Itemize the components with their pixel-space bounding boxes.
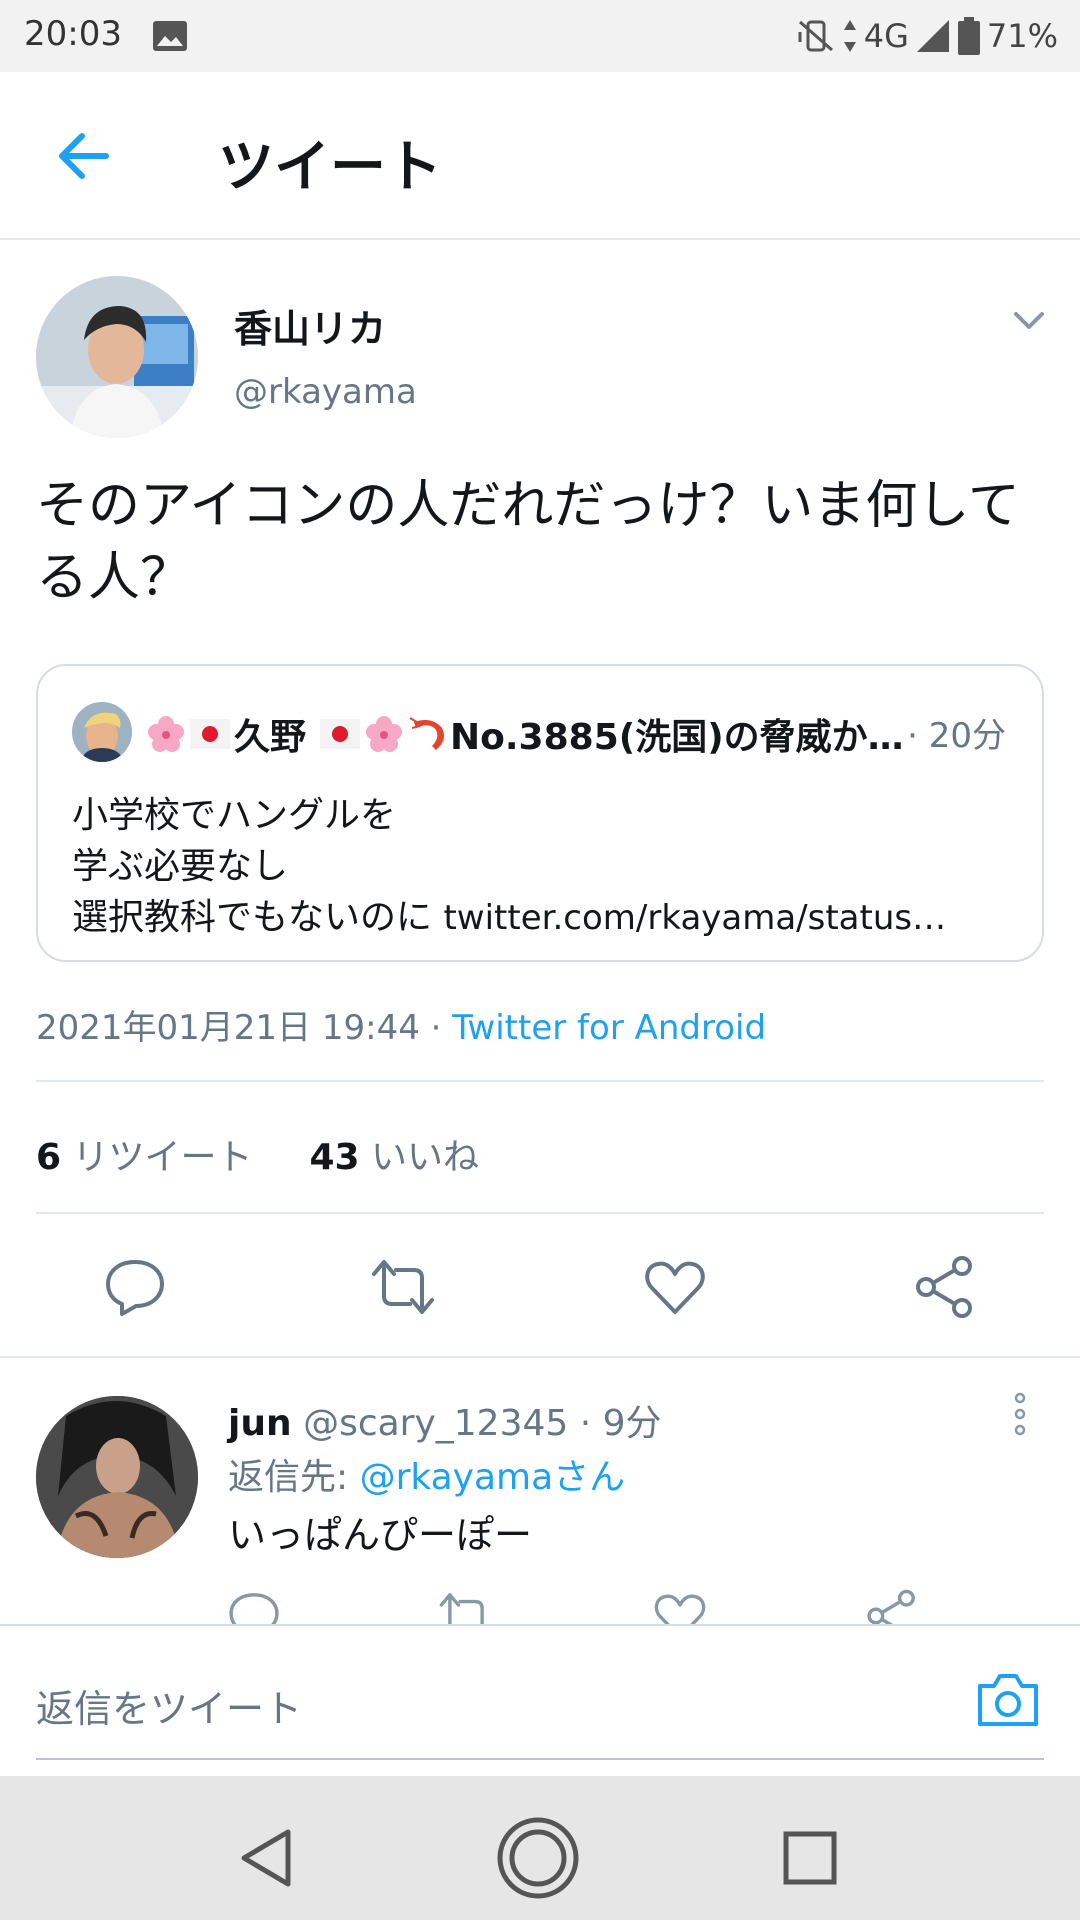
quote-tweet-card[interactable]: 久野 No.3885(洗国)の脅威か… · 20分 小学校でハングルを 学ぶ必要…	[36, 664, 1044, 962]
divider	[36, 1080, 1044, 1082]
page-title: ツイート	[218, 135, 442, 200]
like-count: 43	[309, 1137, 360, 1178]
image-notification-icon	[153, 21, 187, 51]
quote-line: 学ぶ必要なし	[72, 846, 289, 887]
home-circle-icon[interactable]	[496, 1816, 580, 1900]
author-avatar-image	[36, 276, 198, 438]
reply-avatar-image	[36, 1396, 198, 1558]
like-label: いいね	[371, 1137, 480, 1178]
more-vertical-icon[interactable]	[1008, 1390, 1032, 1438]
retweet-count-group[interactable]: 6 リツイート	[36, 1137, 253, 1178]
reply-icon[interactable]	[226, 1588, 282, 1624]
cherry-blossom-icon	[148, 716, 184, 752]
battery-icon	[957, 17, 980, 55]
retweet-count: 6	[36, 1137, 62, 1178]
quote-line: 選択教科でもないのに	[72, 897, 433, 938]
reply-author-handle[interactable]: @scary_12345	[303, 1403, 568, 1444]
section-separator	[0, 1356, 1080, 1358]
retweet-icon[interactable]	[438, 1588, 494, 1624]
app-bar: ツイート	[0, 72, 1080, 240]
quote-name-text: 久野	[234, 717, 307, 758]
author-name[interactable]: 香山リカ	[234, 298, 386, 353]
like-count-group[interactable]: 43 いいね	[309, 1137, 479, 1178]
quote-time: · 20分	[907, 716, 1006, 756]
reply-author-avatar[interactable]	[36, 1396, 198, 1558]
status-time: 20:03	[24, 14, 122, 54]
engagement-counts: 6 リツイート 43 いいね	[36, 1128, 479, 1180]
reply-icon[interactable]	[102, 1254, 168, 1320]
quote-avatar-image	[72, 702, 132, 762]
author-handle[interactable]: @rkayama	[234, 372, 417, 412]
tweet-text: そのアイコンの人だれだっけ？いま何してる人？	[36, 476, 1020, 608]
battery-level: 71%	[986, 17, 1058, 55]
signal-icon	[916, 20, 949, 52]
share-icon[interactable]	[864, 1588, 920, 1624]
reply-time: · 9分	[579, 1403, 662, 1444]
shrimp-icon	[409, 717, 445, 750]
data-arrows-icon	[843, 20, 856, 52]
reply-action-row	[0, 1580, 1080, 1624]
tweet-source-link[interactable]: Twitter for Android	[452, 1008, 766, 1048]
share-icon[interactable]	[912, 1254, 978, 1320]
reply-to-prefix: 返信先:	[228, 1457, 360, 1498]
japan-flag-icon	[320, 719, 361, 749]
quote-line: 小学校でハングルを	[72, 795, 397, 836]
cherry-blossom-icon	[366, 716, 403, 752]
status-right: 4G 71%	[796, 14, 1058, 58]
quote-author-name: 久野 No.3885(洗国)の脅威か…	[146, 708, 946, 760]
reply-author-name[interactable]: jun	[228, 1403, 292, 1444]
quote-name-suffix: No.3885(洗国)の脅威か…	[450, 717, 904, 758]
quote-avatar	[72, 702, 132, 762]
reply-header: jun @scary_12345 · 9分	[228, 1394, 662, 1446]
reply-to-handle[interactable]: @rkayamaさん	[360, 1457, 626, 1498]
like-heart-icon[interactable]	[642, 1254, 708, 1320]
reply-text: いっぱんぴーぽー	[228, 1513, 533, 1557]
tweet-timestamp: 2021年01月21日 19:44 ·	[36, 1008, 453, 1048]
quote-link[interactable]: twitter.com/rkayama/status…	[443, 898, 946, 938]
back-arrow-icon[interactable]	[50, 124, 122, 188]
tweet-meta: 2021年01月21日 19:44 · Twitter for Android	[36, 1000, 766, 1049]
quote-body: 小学校でハングルを 学ぶ必要なし 選択教科でもないのに twitter.com/…	[72, 790, 1022, 944]
back-triangle-icon[interactable]	[226, 1816, 310, 1900]
quote-line-with-link: 選択教科でもないのに twitter.com/rkayama/status…	[72, 892, 1022, 944]
camera-icon[interactable]	[976, 1672, 1040, 1728]
vibrate-off-icon	[798, 20, 833, 52]
reply-input[interactable]: 返信をツイート	[36, 1678, 302, 1733]
chevron-down-icon[interactable]	[1010, 302, 1048, 338]
compose-reply-bar: 返信をツイート	[0, 1624, 1080, 1776]
status-bar: 20:03 4G 71%	[0, 0, 1080, 72]
compose-underline	[36, 1758, 1044, 1760]
author-avatar[interactable]	[36, 276, 198, 438]
recents-square-icon[interactable]	[768, 1816, 852, 1900]
reply-to-line: 返信先: @rkayamaさん	[228, 1448, 625, 1500]
retweet-label: リツイート	[72, 1137, 253, 1178]
japan-flag-icon	[190, 719, 230, 749]
retweet-icon[interactable]	[370, 1254, 436, 1320]
divider	[36, 1212, 1044, 1214]
system-nav-bar	[0, 1776, 1080, 1920]
network-type: 4G	[863, 17, 909, 55]
like-heart-icon[interactable]	[652, 1588, 708, 1624]
